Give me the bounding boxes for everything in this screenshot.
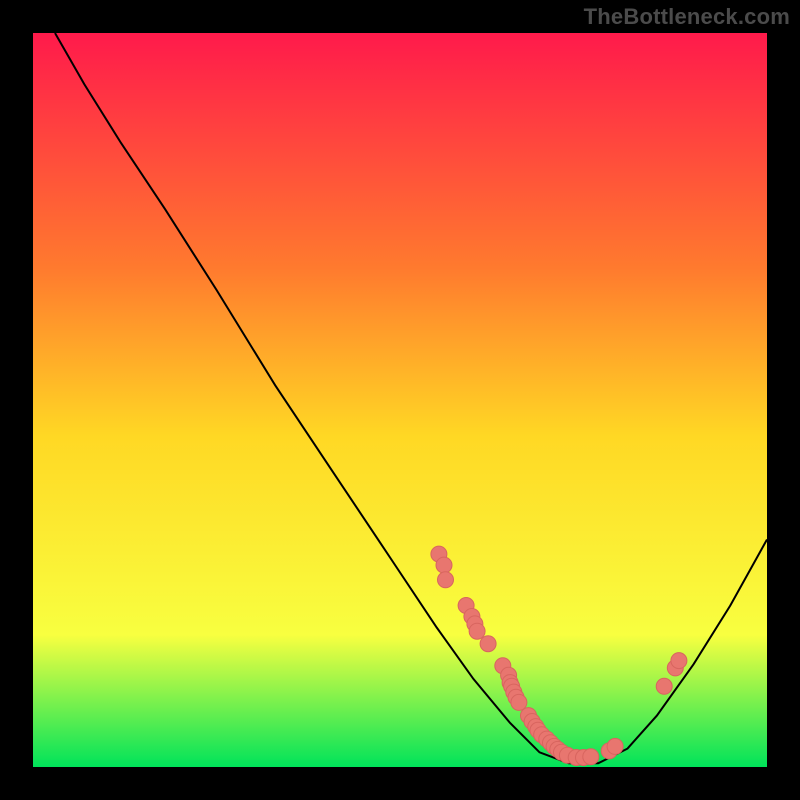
data-point	[511, 694, 527, 710]
data-point	[583, 749, 599, 765]
chart-frame: TheBottleneck.com	[0, 0, 800, 800]
data-point	[656, 678, 672, 694]
data-point	[436, 557, 452, 573]
data-point	[438, 572, 454, 588]
data-point	[671, 653, 687, 669]
plot-background	[33, 33, 767, 767]
data-point	[469, 623, 485, 639]
bottleneck-chart	[0, 0, 800, 800]
data-point	[480, 636, 496, 652]
data-point	[607, 738, 623, 754]
